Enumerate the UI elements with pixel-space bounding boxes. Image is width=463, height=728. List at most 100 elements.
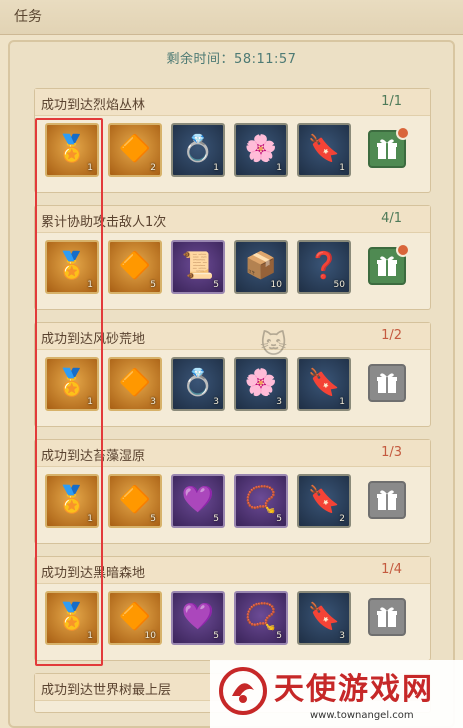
mystery-box-icon: ❓ [307,251,341,281]
copper-token-icon: 🔖 [307,368,341,398]
gift-icon [377,490,397,510]
reward-item[interactable]: 🔶 10 [108,591,162,645]
reward-quantity: 1 [87,631,93,641]
reward-quantity: 1 [87,514,93,524]
reward-item[interactable]: 🔖 1 [297,123,351,177]
task-header: 累计协助攻击敌人1次 4/1 [35,206,430,233]
reward-quantity: 3 [150,397,156,407]
gold-ring-icon: 💍 [181,368,215,398]
angel-logo-icon [219,667,267,715]
gold-ring-icon: 💍 [181,134,215,164]
gift-icon [377,373,397,393]
reward-item[interactable]: 🔶 5 [108,240,162,294]
copper-token-icon: 🔖 [307,485,341,515]
window-title: 任务 [14,9,42,25]
faint-mascot-watermark: 🐱 [260,330,288,360]
reward-item[interactable]: 📿 5 [234,474,288,528]
reward-quantity: 1 [87,280,93,290]
gift-icon [377,139,397,159]
reward-quantity: 50 [333,280,345,290]
task-name: 成功到达苔藻湿原 [41,449,146,464]
task-card: 成功到达烈焰丛林 1/1 🏅 1 🔶 2 💍 1 🌸 1 🔖 1 [34,88,431,193]
reward-item[interactable]: 🏅 1 [45,240,99,294]
reward-item[interactable]: 🔶 5 [108,474,162,528]
reward-quantity: 3 [339,631,345,641]
reward-quantity: 3 [213,397,219,407]
claim-gift-button[interactable] [368,364,406,402]
reward-quantity: 2 [339,514,345,524]
task-progress: 1/1 [381,94,402,109]
watermark-text: 天使游戏网 [274,672,434,707]
red-gold-shards-icon: 🔶 [118,134,152,164]
reward-quantity: 5 [213,514,219,524]
gold-medal-icon: 🏅 [55,368,89,398]
reward-item[interactable]: 📿 5 [234,591,288,645]
reward-quantity: 1 [87,397,93,407]
reward-quantity: 3 [276,397,282,407]
reward-quantity: 5 [276,631,282,641]
reward-item[interactable]: 🏅 1 [45,474,99,528]
reward-item[interactable]: 🔖 3 [297,591,351,645]
task-card: 成功到达风砂荒地 1/2 🏅 1 🔶 3 💍 3 🌸 3 🔖 1 [34,322,431,427]
notification-dot [396,243,410,257]
parcel-icon: 📦 [244,251,278,281]
notification-dot [396,126,410,140]
reward-item[interactable]: 🏅 1 [45,591,99,645]
task-card: 成功到达苔藻湿原 1/3 🏅 1 🔶 5 💜 5 📿 5 🔖 2 [34,439,431,544]
reward-item[interactable]: 📦 10 [234,240,288,294]
reward-item[interactable]: 💜 5 [171,474,225,528]
claim-gift-button[interactable] [368,598,406,636]
gift-icon [377,607,397,627]
gold-medal-icon: 🏅 [55,602,89,632]
task-progress: 1/2 [381,328,402,343]
task-header: 成功到达黑暗森地 1/4 [35,557,430,584]
red-gold-shards-icon: 🔶 [118,602,152,632]
gold-medal-icon: 🏅 [55,134,89,164]
reward-quantity: 5 [213,280,219,290]
copper-token-icon: 🔖 [307,134,341,164]
reward-item[interactable]: 🔶 2 [108,123,162,177]
task-name: 成功到达黑暗森地 [41,566,146,581]
reward-quantity: 1 [213,163,219,173]
task-name: 成功到达风砂荒地 [41,332,146,347]
reward-item[interactable]: 🏅 1 [45,123,99,177]
reward-item[interactable]: 🔖 1 [297,357,351,411]
reward-item[interactable]: 🔖 2 [297,474,351,528]
reward-item[interactable]: 💜 5 [171,591,225,645]
claim-gift-button[interactable] [368,481,406,519]
reward-quantity: 5 [276,514,282,524]
reward-item[interactable]: 🔶 3 [108,357,162,411]
red-gold-shards-icon: 🔶 [118,251,152,281]
task-name: 成功到达烈焰丛林 [41,98,146,113]
reward-item[interactable]: 📜 5 [171,240,225,294]
reward-item[interactable]: 🏅 1 [45,357,99,411]
reward-quantity: 5 [150,514,156,524]
countdown-timer: 剩余时间：58:11:57 [166,52,297,67]
reward-quantity: 10 [270,280,282,290]
task-card: 成功到达黑暗森地 1/4 🏅 1 🔶 10 💜 5 📿 5 🔖 3 [34,556,431,661]
top-bar: 任务 [0,0,463,35]
task-progress: 1/3 [381,445,402,460]
reward-quantity: 1 [87,163,93,173]
task-progress: 1/4 [381,562,402,577]
reward-item[interactable]: 🌸 3 [234,357,288,411]
red-gold-shards-icon: 🔶 [118,368,152,398]
amethyst-ring-icon: 💜 [181,485,215,515]
reward-quantity: 1 [339,397,345,407]
gift-icon [377,256,397,276]
reward-quantity: 2 [150,163,156,173]
reward-quantity: 5 [213,631,219,641]
reward-item[interactable]: 💍 1 [171,123,225,177]
reward-item[interactable]: ❓ 50 [297,240,351,294]
reward-quantity: 1 [276,163,282,173]
task-progress: 4/1 [381,211,402,226]
task-header: 成功到达烈焰丛林 1/1 [35,89,430,116]
reward-item[interactable]: 🌸 1 [234,123,288,177]
reward-quantity: 5 [150,280,156,290]
red-gold-shards-icon: 🔶 [118,485,152,515]
reward-item[interactable]: 💍 3 [171,357,225,411]
claim-gift-button[interactable] [368,126,410,168]
copper-token-icon: 🔖 [307,602,341,632]
claim-gift-button[interactable] [368,243,410,285]
gold-medal-icon: 🏅 [55,485,89,515]
